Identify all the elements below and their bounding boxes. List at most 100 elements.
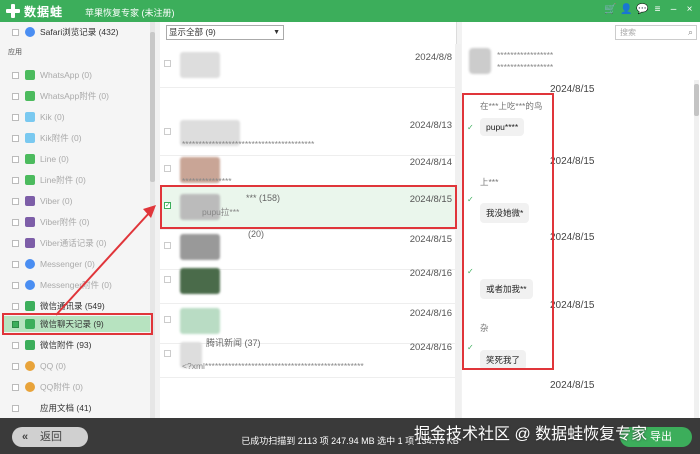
checkbox[interactable] xyxy=(12,155,19,163)
search-input[interactable]: 搜索 ⌕ xyxy=(615,25,697,40)
conversation-row-selected[interactable]: ✓ *** (158) pupu拉*** 2024/8/15 xyxy=(160,186,457,230)
checkbox[interactable] xyxy=(12,176,19,184)
contact-avatar xyxy=(469,48,491,74)
checkbox[interactable] xyxy=(12,320,19,328)
checkbox[interactable] xyxy=(12,302,19,310)
list-scrollbar[interactable] xyxy=(455,44,461,418)
checkbox-checked[interactable]: ✓ xyxy=(467,268,474,276)
sidebar-item-viber-calls[interactable]: Viber通话记录 (0) xyxy=(12,235,106,251)
sidebar-item-line[interactable]: Line (0) xyxy=(12,151,69,167)
wechat-icon xyxy=(25,319,35,329)
messenger-icon xyxy=(25,259,35,269)
app-name: 数据蛙 xyxy=(24,5,64,19)
sidebar-item-viber-attachments[interactable]: Viber附件 (0) xyxy=(12,214,89,230)
watermark: 掘金技术社区 @ 数据蛙恢复专家 xyxy=(414,426,648,443)
message-bubble: pupu**** xyxy=(480,118,525,136)
sidebar-item-line-attachments[interactable]: Line附件 (0) xyxy=(12,172,86,188)
checkbox[interactable] xyxy=(12,218,19,226)
scrollbar-thumb[interactable] xyxy=(150,32,155,182)
search-icon[interactable]: ⌕ xyxy=(688,26,693,39)
avatar xyxy=(180,268,220,294)
sidebar-item-whatsapp[interactable]: WhatsApp (0) xyxy=(12,67,92,83)
checkbox[interactable] xyxy=(164,60,171,67)
shopping-cart-icon[interactable]: 🛒 xyxy=(604,4,616,15)
message-bubble: 或者加我** xyxy=(480,279,533,299)
sidebar-item-wechat-attachments[interactable]: 微信附件 (93) xyxy=(12,337,91,353)
message-date: 2024/8/15 xyxy=(550,156,595,167)
chat-scrollbar[interactable] xyxy=(694,80,699,418)
sidebar-item-app-documents[interactable]: 应用文档 (41) xyxy=(12,400,91,416)
contact-name: ***************** xyxy=(497,50,554,60)
qq-icon xyxy=(25,382,35,392)
document-icon xyxy=(25,403,35,413)
messenger-icon xyxy=(25,280,35,290)
sidebar-item-kik-attachments[interactable]: Kik附件 (0) xyxy=(12,130,82,146)
checkbox[interactable] xyxy=(164,276,171,283)
wechat-icon xyxy=(25,301,35,311)
avatar xyxy=(180,234,220,260)
contact-sub: ***************** xyxy=(497,62,554,72)
kik-icon xyxy=(25,112,35,122)
checkbox[interactable] xyxy=(12,113,19,121)
message-date: 2024/8/15 xyxy=(550,84,595,95)
message-date: 2024/8/15 xyxy=(550,380,595,391)
app-logo-icon xyxy=(5,3,21,19)
message-bubble: 笑死我了 xyxy=(480,350,527,370)
checkbox[interactable] xyxy=(12,92,19,100)
sidebar-item-kik[interactable]: Kik (0) xyxy=(12,109,65,125)
checkbox[interactable] xyxy=(12,362,19,370)
line-icon xyxy=(25,175,35,185)
checkbox[interactable] xyxy=(12,383,19,391)
scrollbar-thumb[interactable] xyxy=(694,84,699,116)
filter-dropdown[interactable]: 显示全部 (9) ▼ xyxy=(166,25,284,40)
conversation-row[interactable]: 2024/8/16 xyxy=(160,260,457,304)
minimize-icon[interactable]: – xyxy=(668,4,679,15)
checkbox[interactable] xyxy=(164,128,171,135)
chevron-down-icon: ▼ xyxy=(273,29,280,36)
checkbox[interactable] xyxy=(12,341,19,349)
checkbox[interactable] xyxy=(164,165,171,172)
whatsapp-icon xyxy=(25,91,35,101)
avatar xyxy=(180,308,220,334)
chat-icon[interactable]: 💬 xyxy=(636,4,648,15)
checkbox[interactable] xyxy=(164,350,171,357)
checkbox[interactable] xyxy=(12,404,19,412)
sidebar-section-apps: 应用 xyxy=(8,49,22,56)
viber-icon xyxy=(25,238,35,248)
sidebar-item-qq[interactable]: QQ (0) xyxy=(12,358,66,374)
checkbox[interactable] xyxy=(12,260,19,268)
conversation-row[interactable]: 腾讯新闻 (37) <?xml*************************… xyxy=(160,334,457,378)
checkbox[interactable] xyxy=(12,134,19,142)
checkbox[interactable] xyxy=(164,316,171,323)
sidebar-scrollbar[interactable] xyxy=(150,22,155,418)
sidebar-item-wechat-chats[interactable]: 微信聊天记录 (9) xyxy=(3,316,152,332)
sidebar-item-messenger[interactable]: Messenger (0) xyxy=(12,256,95,272)
viber-icon xyxy=(25,196,35,206)
menu-icon[interactable]: ≡ xyxy=(652,4,663,15)
message-date: 2024/8/15 xyxy=(550,232,595,243)
message-date: 2024/8/15 xyxy=(550,300,595,311)
message-bubble: 我没她微* xyxy=(480,203,530,223)
sidebar-item-messenger-attachments[interactable]: Messenger附件 (0) xyxy=(12,277,112,293)
checkbox[interactable] xyxy=(12,71,19,79)
checkbox[interactable] xyxy=(12,28,19,36)
kik-icon xyxy=(25,133,35,143)
checkbox[interactable] xyxy=(12,281,19,289)
user-icon[interactable]: 👤 xyxy=(620,4,632,15)
checkbox-checked[interactable]: ✓ xyxy=(467,344,474,352)
sidebar-item-qq-attachments[interactable]: QQ附件 (0) xyxy=(12,379,83,395)
sidebar-item-viber[interactable]: Viber (0) xyxy=(12,193,72,209)
wechat-icon xyxy=(25,340,35,350)
sidebar-item-safari[interactable]: Safari浏览记录 (432) xyxy=(12,24,118,40)
sidebar-item-wechat-contacts[interactable]: 微信通讯录 (549) xyxy=(12,298,105,314)
checkbox[interactable] xyxy=(12,197,19,205)
sidebar-item-whatsapp-attachments[interactable]: WhatsApp附件 (0) xyxy=(12,88,109,104)
checkbox-checked[interactable]: ✓ xyxy=(467,124,474,132)
conversation-row[interactable]: 2024/8/8 xyxy=(160,44,457,88)
close-icon[interactable]: × xyxy=(684,4,695,15)
checkbox-checked[interactable]: ✓ xyxy=(164,202,171,209)
checkbox[interactable] xyxy=(12,239,19,247)
message-sender: 杂 xyxy=(480,323,489,333)
checkbox-checked[interactable]: ✓ xyxy=(467,196,474,204)
checkbox[interactable] xyxy=(164,242,171,249)
